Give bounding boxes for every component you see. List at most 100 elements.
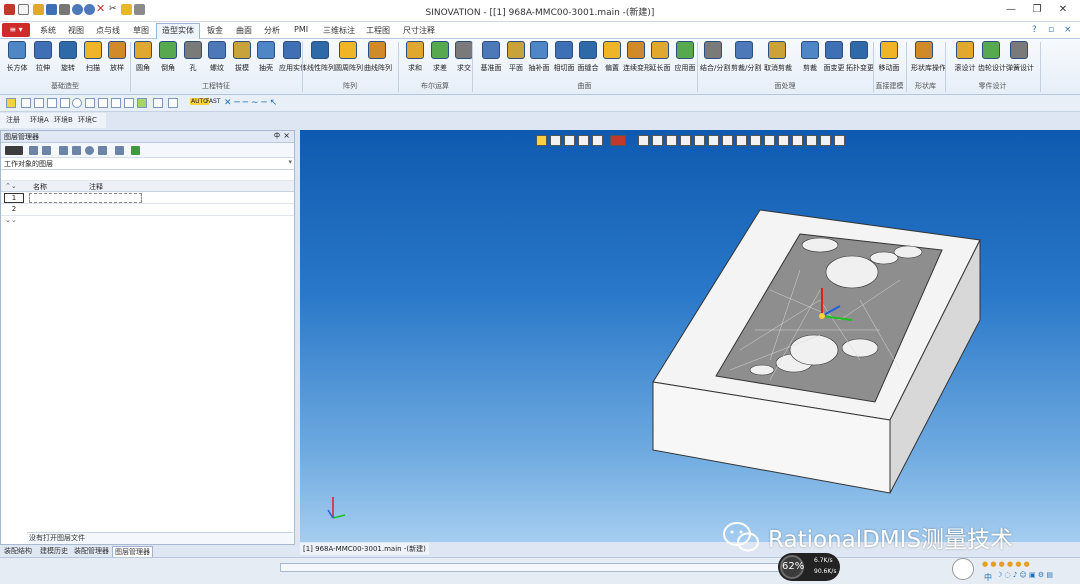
- polyline-icon[interactable]: [34, 98, 44, 108]
- ribbon-button[interactable]: 弹簧设计: [1006, 41, 1034, 73]
- 3d-viewport[interactable]: [300, 130, 1080, 542]
- menu-point-line[interactable]: 点与线: [96, 25, 120, 36]
- col-name[interactable]: 名称: [33, 182, 47, 192]
- expand-icon[interactable]: ⌄⌄: [5, 216, 17, 224]
- ribbon-button[interactable]: 抽补面: [526, 41, 552, 73]
- find-icon[interactable]: [98, 146, 107, 155]
- image-icon[interactable]: [153, 98, 163, 108]
- env-tab-b[interactable]: 环境B: [54, 115, 73, 125]
- ribbon-button[interactable]: 拔模: [229, 41, 255, 73]
- curve-icon[interactable]: [60, 98, 70, 108]
- menu-surface[interactable]: 曲面: [236, 25, 252, 36]
- new-layer-icon[interactable]: [5, 146, 23, 155]
- filter-icon[interactable]: [131, 146, 140, 155]
- fillet-icon[interactable]: [85, 98, 95, 108]
- refresh-icon[interactable]: [85, 146, 94, 155]
- menu-solid-modeling[interactable]: 造型实体: [162, 25, 194, 36]
- tab-assembly-structure[interactable]: 装配结构: [4, 546, 32, 556]
- ribbon-button[interactable]: 移动面: [876, 41, 902, 73]
- layer-dropdown[interactable]: 工作对象的图层 ▾: [1, 158, 294, 170]
- app-menu-button[interactable]: ≡ ▾: [2, 23, 30, 37]
- help-icon[interactable]: ?: [1032, 25, 1037, 35]
- ribbon-button[interactable]: 圆周阵列: [335, 41, 363, 73]
- face-icon[interactable]: [124, 98, 134, 108]
- ribbon-button[interactable]: 基准面: [478, 41, 504, 73]
- menu-dimension[interactable]: 尺寸注释: [403, 25, 435, 36]
- menu-pmi[interactable]: PMI: [294, 25, 308, 34]
- snap-line-icon[interactable]: ✕ ─ ─ ∼ ─ ↖: [224, 98, 277, 108]
- ribbon-button[interactable]: 结合/分割: [700, 41, 730, 73]
- document-tab[interactable]: [1] 968A-MMC00-3001.main -(新建): [300, 543, 429, 555]
- picture-icon[interactable]: [168, 98, 178, 108]
- minimize-button[interactable]: —: [1000, 2, 1022, 18]
- menu-view[interactable]: 视图: [68, 25, 84, 36]
- ribbon-button[interactable]: 滚设计: [952, 41, 978, 73]
- ribbon-button[interactable]: 应用面: [672, 41, 698, 73]
- maximize-button[interactable]: ❐: [1026, 2, 1048, 18]
- ribbon-button[interactable]: 孔: [180, 41, 206, 73]
- mold-model[interactable]: [300, 130, 1080, 542]
- restore-icon[interactable]: ▫: [1048, 25, 1054, 35]
- table-row[interactable]: 2: [1, 204, 294, 216]
- surface-icon[interactable]: [137, 98, 147, 108]
- ribbon-button[interactable]: 放样: [104, 41, 130, 73]
- pin-icon[interactable]: ф: [274, 131, 280, 139]
- menu-system[interactable]: 系统: [40, 25, 56, 36]
- list-view-icon[interactable]: [59, 146, 68, 155]
- ribbon-button[interactable]: 线性阵列: [307, 41, 335, 73]
- env-tab-register[interactable]: 注册: [6, 115, 20, 125]
- select-filter-icon[interactable]: [6, 98, 16, 108]
- env-tab-c[interactable]: 环境C: [78, 115, 97, 125]
- export-layer-icon[interactable]: [42, 146, 51, 155]
- ribbon-button[interactable]: 取消剪裁: [764, 41, 792, 73]
- circle-icon[interactable]: [72, 98, 82, 108]
- ribbon-button[interactable]: 圆角: [130, 41, 156, 73]
- sort-icon[interactable]: ⌃⌄: [5, 182, 17, 190]
- panel-close-icon[interactable]: ×: [283, 131, 290, 140]
- fast-button[interactable]: FAST: [206, 98, 220, 105]
- row-name-cell[interactable]: [29, 193, 142, 203]
- tray-icons[interactable]: ☽ ◌ ♪ ☺ ▣ ⚙ ▤: [996, 571, 1053, 579]
- ribbon-button[interactable]: 面缝合: [575, 41, 601, 73]
- ribbon-button[interactable]: 曲线阵列: [364, 41, 392, 73]
- ribbon-button[interactable]: 求差: [427, 41, 453, 73]
- ribbon-button[interactable]: 相切面: [551, 41, 577, 73]
- arc-icon[interactable]: [47, 98, 57, 108]
- close-button[interactable]: ✕: [1052, 2, 1074, 18]
- ribbon-button[interactable]: 齿轮设计: [978, 41, 1006, 73]
- menu-3d-annotation[interactable]: 三维标注: [323, 25, 355, 36]
- chevron-down-icon[interactable]: ▾: [288, 158, 292, 166]
- menu-analysis[interactable]: 分析: [264, 25, 280, 36]
- ribbon-button[interactable]: 拉伸: [30, 41, 56, 73]
- properties-icon[interactable]: [115, 146, 124, 155]
- menu-sheet-metal[interactable]: 钣金: [207, 25, 223, 36]
- ribbon-button[interactable]: 偏置: [599, 41, 625, 73]
- env-tab-a[interactable]: 环境A: [30, 115, 49, 125]
- ribbon-button[interactable]: 倒角: [155, 41, 181, 73]
- ribbon-button[interactable]: 面变更: [821, 41, 847, 73]
- tab-assembly-manager[interactable]: 装配管理器: [74, 546, 109, 556]
- rect-icon[interactable]: [98, 98, 108, 108]
- box-icon[interactable]: [111, 98, 121, 108]
- ribbon-button[interactable]: 旋转: [55, 41, 81, 73]
- ribbon-button[interactable]: 抽壳: [253, 41, 279, 73]
- ribbon-button[interactable]: 扫描: [80, 41, 106, 73]
- save-layer-icon[interactable]: [29, 146, 38, 155]
- ribbon-button[interactable]: 剪裁: [797, 41, 823, 73]
- ribbon-button[interactable]: 螺纹: [204, 41, 230, 73]
- table-row[interactable]: 1: [1, 192, 294, 204]
- ribbon-button[interactable]: 拓扑变更: [846, 41, 874, 73]
- ribbon-button[interactable]: 延长面: [647, 41, 673, 73]
- ribbon-button[interactable]: 连续变形: [623, 41, 651, 73]
- tree-view-icon[interactable]: [72, 146, 81, 155]
- menu-drawing[interactable]: 工程图: [366, 25, 390, 36]
- close-doc-icon[interactable]: ×: [1064, 25, 1072, 35]
- ribbon-button[interactable]: 求交: [451, 41, 477, 73]
- ribbon-button[interactable]: 求和: [402, 41, 428, 73]
- ribbon-button[interactable]: 剪裁/分割: [731, 41, 761, 73]
- col-comment[interactable]: 注释: [89, 182, 103, 192]
- tab-model-history[interactable]: 建模历史: [40, 546, 68, 556]
- ribbon-button[interactable]: 长方体: [4, 41, 30, 73]
- ribbon-button[interactable]: 形状库操作: [911, 41, 946, 73]
- menu-sketch[interactable]: 草图: [133, 25, 149, 36]
